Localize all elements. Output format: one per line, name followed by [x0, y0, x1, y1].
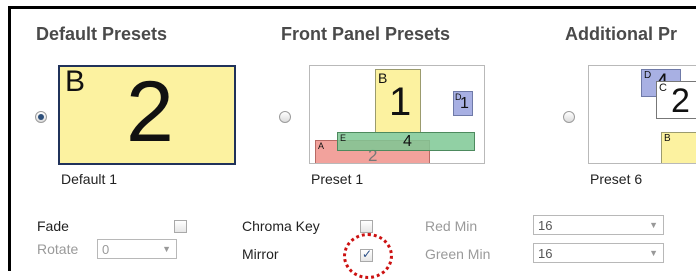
red-min-label: Red Min [425, 218, 478, 234]
preset-default-1-caption: Default 1 [61, 171, 118, 187]
preset-6-radio[interactable] [563, 111, 575, 123]
box-letter: D [644, 70, 652, 81]
box-number: 1 [389, 80, 412, 124]
chevron-down-icon: ▼ [649, 248, 658, 258]
chroma-key-label: Chroma Key [242, 218, 320, 234]
preset-6-thumbnail[interactable]: D 4 C 2 B [588, 65, 696, 164]
box-letter: B [664, 133, 671, 144]
rotate-select[interactable]: 0 ▼ [97, 239, 177, 259]
box-letter: B [65, 65, 86, 98]
additional-presets-heading: Additional Pr [565, 24, 677, 44]
chevron-down-icon: ▼ [649, 220, 658, 230]
red-min-select[interactable]: 16 ▼ [533, 215, 664, 235]
front-panel-presets-heading: Front Panel Presets [281, 24, 451, 44]
fade-checkbox[interactable] [174, 220, 187, 233]
chroma-key-checkbox[interactable] [360, 220, 373, 233]
red-min-value: 16 [538, 218, 553, 233]
preset-1-radio[interactable] [279, 111, 291, 123]
box-letter: A [318, 141, 325, 151]
layout-box-c: C 2 [656, 81, 696, 119]
rotate-value: 0 [102, 242, 110, 257]
preset-1-thumbnail[interactable]: B 1 D 1 A 2 E 4 [309, 65, 485, 164]
box-letter: E [340, 133, 347, 143]
rotate-label: Rotate [37, 241, 79, 257]
green-min-label: Green Min [425, 246, 491, 262]
box-number: 2 [671, 82, 690, 120]
preset-6-caption: Preset 6 [590, 171, 643, 187]
default-presets-heading: Default Presets [36, 24, 168, 44]
preset-default-1-thumbnail[interactable]: B 2 [58, 65, 236, 165]
frame-top-border [8, 6, 696, 9]
box-number: 4 [403, 133, 412, 150]
box-number: 2 [126, 65, 174, 160]
layout-box-e: E 4 [337, 132, 475, 151]
mirror-label: Mirror [242, 246, 279, 262]
green-min-select[interactable]: 16 ▼ [533, 243, 664, 263]
layout-box-b: B 1 [375, 69, 421, 133]
chevron-down-icon: ▼ [162, 244, 171, 254]
layout-box-b: B 2 [60, 67, 234, 163]
green-min-value: 16 [538, 246, 553, 261]
layout-box-d: D 1 [453, 91, 473, 116]
frame-left-border [8, 6, 11, 271]
fade-label: Fade [37, 218, 69, 234]
preset-1-caption: Preset 1 [311, 171, 364, 187]
box-letter: C [659, 82, 667, 94]
layout-box-b: B [661, 132, 696, 163]
box-letter: B [378, 70, 388, 86]
preset-default-1-radio[interactable] [35, 111, 47, 123]
highlight-circle-annotation [343, 233, 393, 279]
box-number: 1 [460, 95, 469, 112]
